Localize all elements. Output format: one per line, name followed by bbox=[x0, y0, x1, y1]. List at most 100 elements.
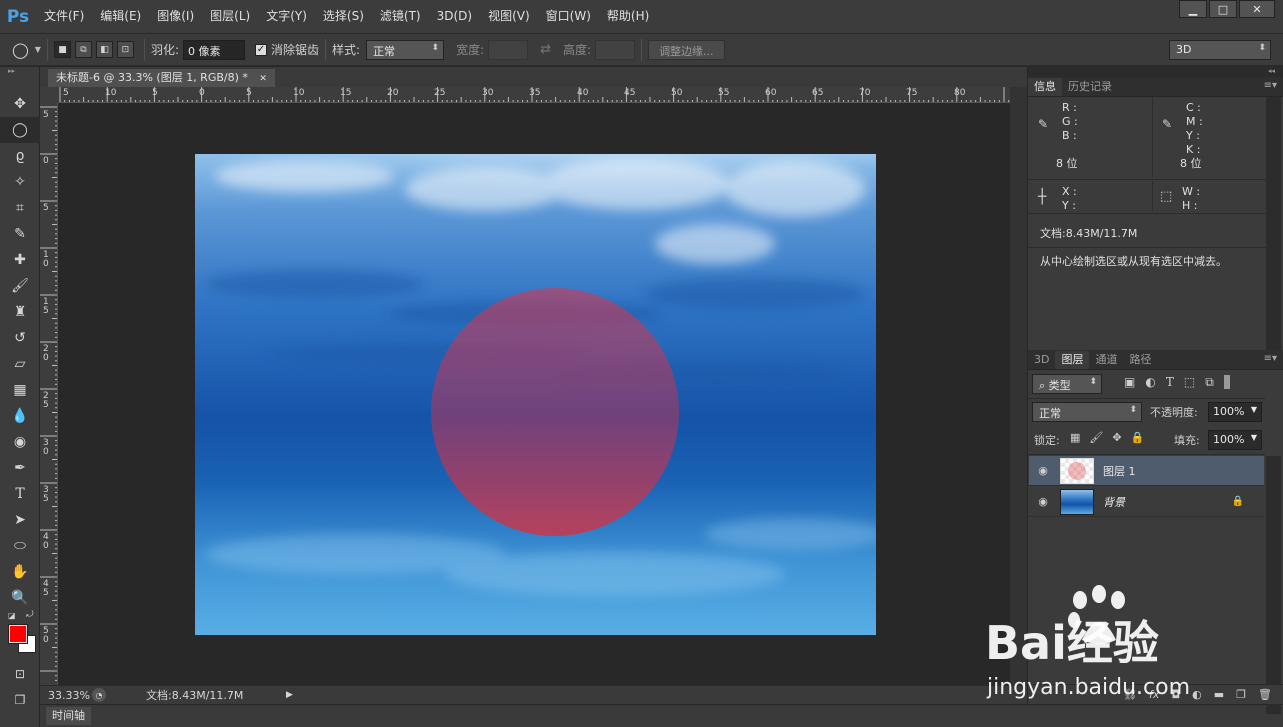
panel-menu-icon[interactable]: ≡▾ bbox=[1264, 353, 1277, 364]
close-window-button[interactable]: ✕ bbox=[1239, 0, 1275, 18]
type-tool-icon[interactable]: T bbox=[0, 481, 40, 507]
menu-3d[interactable]: 3D(D) bbox=[429, 0, 480, 33]
swap-colors-icon[interactable]: ⤾ bbox=[26, 610, 34, 620]
pen-tool-icon[interactable]: ✒ bbox=[0, 455, 40, 481]
filter-toggle-icon[interactable] bbox=[1223, 375, 1230, 389]
tab-layers[interactable]: 图层 bbox=[1055, 351, 1090, 369]
type-layer-filter-icon[interactable]: T bbox=[1166, 375, 1174, 390]
zoom-level[interactable]: 33.33% bbox=[48, 689, 92, 702]
brush-tool-icon[interactable]: 🖌 bbox=[0, 273, 40, 299]
history-brush-tool-icon[interactable]: ↺ bbox=[0, 325, 40, 351]
gradient-tool-icon[interactable]: ▦ bbox=[0, 377, 40, 403]
crop-tool-icon[interactable]: ⌗ bbox=[0, 195, 40, 221]
pixel-layer-filter-icon[interactable]: ▣ bbox=[1124, 375, 1135, 390]
link-layers-icon[interactable]: ⛓ bbox=[1123, 688, 1137, 701]
swap-width-height-icon[interactable]: ⇄ bbox=[540, 42, 551, 57]
add-mask-icon[interactable]: ◘ bbox=[1171, 688, 1180, 701]
menu-type[interactable]: 文字(Y) bbox=[258, 0, 315, 33]
tab-paths[interactable]: 路径 bbox=[1123, 351, 1157, 369]
lock-position-icon[interactable]: ✥ bbox=[1112, 431, 1121, 444]
visibility-eye-icon[interactable]: ◉ bbox=[1029, 495, 1057, 508]
clone-stamp-tool-icon[interactable]: ♜ bbox=[0, 299, 40, 325]
blur-tool-icon[interactable]: 💧 bbox=[0, 403, 40, 429]
timeline-tab[interactable]: 时间轴 bbox=[46, 707, 91, 725]
hand-tool-icon[interactable]: ✋ bbox=[0, 559, 40, 585]
smart-object-filter-icon[interactable]: ⧉ bbox=[1205, 375, 1214, 390]
menu-layer[interactable]: 图层(L) bbox=[202, 0, 258, 33]
antialias-checkbox[interactable]: ✓ bbox=[255, 43, 267, 56]
eyedropper-tool-icon[interactable]: ✎ bbox=[0, 221, 40, 247]
menu-select[interactable]: 选择(S) bbox=[315, 0, 372, 33]
menu-help[interactable]: 帮助(H) bbox=[599, 0, 657, 33]
new-selection-icon[interactable]: ■ bbox=[53, 41, 71, 58]
adjustment-layer-filter-icon[interactable]: ◐ bbox=[1145, 375, 1155, 390]
dodge-tool-icon[interactable]: ◉ bbox=[0, 429, 40, 455]
subtract-from-selection-icon[interactable]: ◧ bbox=[95, 41, 113, 58]
menu-filter[interactable]: 滤镜(T) bbox=[372, 0, 429, 33]
layer-row-layer1[interactable]: ◉ 图层 1 bbox=[1029, 456, 1264, 486]
ellipse-shape-tool-icon[interactable]: ⬭ bbox=[0, 533, 40, 559]
minimize-button[interactable]: ▁ bbox=[1179, 0, 1207, 18]
collapse-tools-icon[interactable]: ▸▸ bbox=[0, 67, 39, 77]
delete-layer-icon[interactable]: 🗑 bbox=[1258, 688, 1272, 701]
quick-mask-icon[interactable]: ⊡ bbox=[0, 661, 40, 687]
foreground-color-swatch[interactable] bbox=[8, 624, 28, 644]
new-layer-icon[interactable]: ❐ bbox=[1236, 688, 1246, 701]
info-scrollbar[interactable] bbox=[1266, 97, 1281, 350]
document-artwork[interactable] bbox=[195, 154, 876, 635]
height-input[interactable] bbox=[595, 39, 636, 60]
maximize-button[interactable]: □ bbox=[1209, 0, 1237, 18]
tab-channels[interactable]: 通道 bbox=[1089, 351, 1123, 369]
eraser-tool-icon[interactable]: ▱ bbox=[0, 351, 40, 377]
layer-filter-select[interactable]: ⌕ 类型 bbox=[1032, 374, 1102, 394]
canvas-area[interactable] bbox=[58, 103, 1010, 685]
blend-mode-select[interactable]: 正常 bbox=[1032, 402, 1142, 422]
elliptical-marquee-tool-icon[interactable]: ◯ bbox=[0, 117, 40, 143]
lock-all-icon[interactable]: 🔒 bbox=[1131, 431, 1145, 444]
layer-row-background[interactable]: ◉ 背景 🔒 bbox=[1029, 487, 1264, 517]
ruler-origin[interactable] bbox=[40, 87, 58, 103]
new-group-icon[interactable]: ▬ bbox=[1214, 688, 1224, 701]
adjustment-layer-icon[interactable]: ◐ bbox=[1192, 688, 1202, 701]
add-to-selection-icon[interactable]: ⧉ bbox=[74, 41, 92, 58]
preset-dropdown-arrow-icon[interactable]: ▼ bbox=[35, 45, 41, 54]
menu-window[interactable]: 窗口(W) bbox=[538, 0, 599, 33]
collapse-panels-icon[interactable]: ◂◂ bbox=[1028, 67, 1283, 77]
feather-input[interactable]: 0 像素 bbox=[183, 39, 245, 60]
document-tab[interactable]: 未标题-6 @ 33.3% (图层 1, RGB/8) * ✕ bbox=[48, 69, 275, 87]
status-icon[interactable]: ◔ bbox=[92, 688, 106, 702]
tab-3d[interactable]: 3D bbox=[1028, 351, 1055, 369]
screen-mode-icon[interactable]: ❐ bbox=[0, 687, 40, 713]
visibility-eye-icon[interactable]: ◉ bbox=[1029, 464, 1057, 477]
panel-menu-icon[interactable]: ≡▾ bbox=[1264, 80, 1277, 91]
move-tool-icon[interactable]: ✥ bbox=[0, 91, 40, 117]
vertical-scrollbar[interactable] bbox=[1010, 87, 1027, 685]
zoom-tool-icon[interactable]: 🔍 bbox=[0, 585, 40, 611]
layer-style-icon[interactable]: fx bbox=[1149, 688, 1159, 701]
magic-wand-tool-icon[interactable]: ✧ bbox=[0, 169, 40, 195]
intersect-selection-icon[interactable]: ⊡ bbox=[116, 41, 134, 58]
status-menu-arrow-icon[interactable]: ▶ bbox=[286, 690, 293, 700]
width-input[interactable] bbox=[488, 39, 529, 60]
opacity-input[interactable]: 100% ▼ bbox=[1208, 402, 1262, 422]
path-selection-tool-icon[interactable]: ➤ bbox=[0, 507, 40, 533]
tab-info[interactable]: 信息 bbox=[1028, 78, 1062, 96]
healing-brush-tool-icon[interactable]: ✚ bbox=[0, 247, 40, 273]
refine-edge-button[interactable]: 调整边缘... bbox=[648, 39, 725, 60]
tab-history[interactable]: 历史记录 bbox=[1062, 78, 1118, 96]
layers-scrollbar[interactable] bbox=[1266, 456, 1281, 714]
menu-view[interactable]: 视图(V) bbox=[480, 0, 538, 33]
menu-file[interactable]: 文件(F) bbox=[36, 0, 92, 33]
lasso-tool-icon[interactable]: ϱ bbox=[0, 143, 40, 169]
red-ellipse-layer[interactable] bbox=[431, 288, 679, 536]
fill-input[interactable]: 100% ▼ bbox=[1208, 430, 1262, 450]
elliptical-marquee-preset-icon[interactable]: ◯ bbox=[12, 41, 29, 59]
lock-transparency-icon[interactable]: ▦ bbox=[1070, 431, 1080, 444]
shape-layer-filter-icon[interactable]: ⬚ bbox=[1184, 375, 1195, 390]
menu-image[interactable]: 图像(I) bbox=[149, 0, 202, 33]
default-colors-icon[interactable]: ◪ bbox=[8, 611, 16, 620]
menu-edit[interactable]: 编辑(E) bbox=[92, 0, 149, 33]
lock-pixels-icon[interactable]: 🖌 bbox=[1089, 431, 1103, 444]
style-select[interactable]: 正常 bbox=[366, 39, 445, 60]
close-tab-icon[interactable]: ✕ bbox=[259, 74, 267, 84]
